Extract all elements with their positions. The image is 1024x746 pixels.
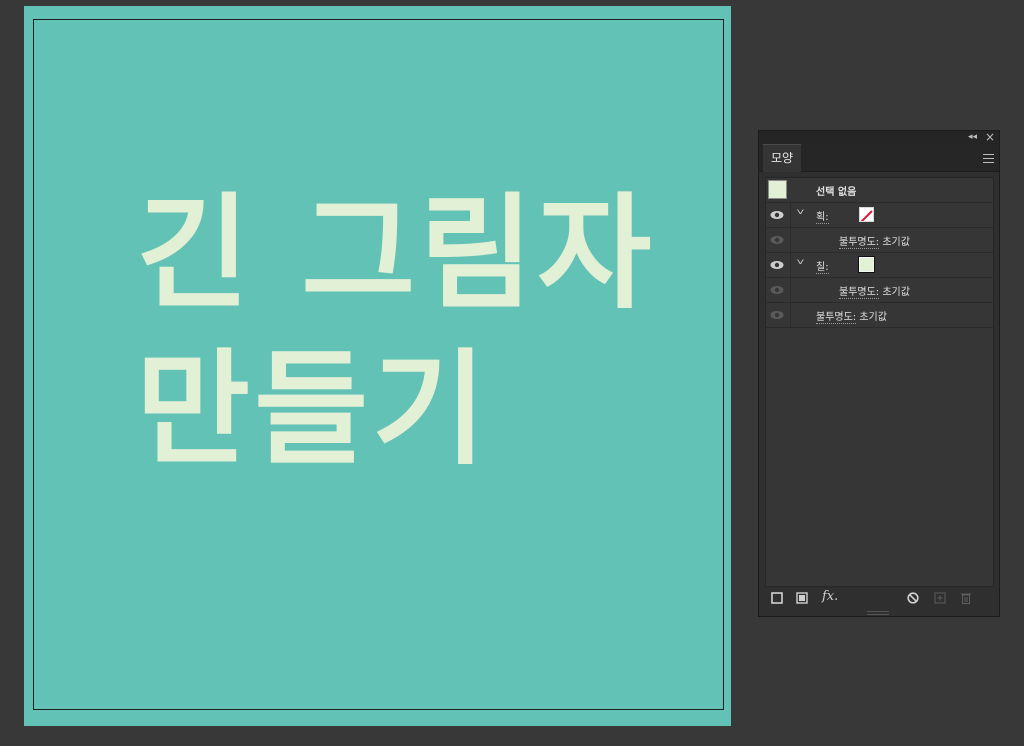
stroke-label[interactable]: 획: — [816, 208, 829, 224]
trash-icon — [961, 593, 971, 604]
fill-opacity-value: 초기값 — [882, 287, 910, 298]
row-no-selection[interactable]: 선택 없음 — [766, 178, 993, 203]
row-fill[interactable]: V 칠: — [766, 253, 993, 278]
headline-text[interactable]: 긴 그림자 만들기 — [136, 176, 656, 488]
appearance-panel: ◂◂ × 모양 선택 없음 V 획: 불투명도: 초기값 V 칠: 불투명도: … — [758, 130, 1000, 617]
visibility-eye-icon[interactable] — [770, 285, 784, 295]
row-stroke[interactable]: V 획: — [766, 203, 993, 228]
stroke-opacity-value: 초기값 — [882, 237, 910, 248]
tab-appearance[interactable]: 모양 — [763, 144, 801, 172]
visibility-eye-icon[interactable] — [770, 210, 784, 220]
collapse-panel-icon[interactable]: ◂◂ — [968, 132, 977, 142]
object-opacity-value: 초기값 — [859, 312, 887, 323]
visibility-eye-icon[interactable] — [770, 235, 784, 245]
panel-tab-bar: 모양 — [759, 144, 999, 172]
object-opacity-text: 불투명도: 초기값 — [816, 308, 887, 324]
stroke-none-swatch[interactable] — [859, 207, 874, 222]
add-new-stroke-icon[interactable] — [771, 592, 783, 604]
no-selection-label: 선택 없음 — [816, 187, 857, 198]
artboard[interactable]: 긴 그림자 만들기 — [24, 6, 731, 726]
appearance-list: 선택 없음 V 획: 불투명도: 초기값 V 칠: 불투명도: 초기값 불투명도… — [765, 177, 994, 587]
object-thumbnail — [768, 180, 787, 199]
row-fill-opacity[interactable]: 불투명도: 초기값 — [766, 278, 993, 303]
object-opacity-label[interactable]: 불투명도: — [816, 312, 857, 324]
visibility-eye-icon[interactable] — [770, 260, 784, 270]
stroke-opacity-text: 불투명도: 초기값 — [839, 233, 910, 249]
fill-label[interactable]: 칠: — [816, 258, 829, 274]
close-panel-icon[interactable]: × — [985, 130, 995, 144]
panel-menu-icon[interactable] — [983, 151, 994, 166]
clear-appearance-icon[interactable] — [907, 592, 919, 604]
chevron-down-icon[interactable]: V — [797, 209, 804, 216]
chevron-down-icon[interactable]: V — [797, 259, 804, 266]
panel-footer: fx. — [759, 589, 999, 609]
duplicate-item-icon — [934, 592, 946, 604]
panel-resize-grip-icon[interactable] — [867, 611, 889, 615]
panel-header: ◂◂ × — [759, 130, 999, 144]
row-stroke-opacity[interactable]: 불투명도: 초기값 — [766, 228, 993, 253]
row-object-opacity[interactable]: 불투명도: 초기값 — [766, 303, 993, 328]
effects-fx-icon[interactable]: fx. — [822, 589, 838, 604]
visibility-eye-icon[interactable] — [770, 310, 784, 320]
stroke-opacity-label[interactable]: 불투명도: — [839, 237, 880, 249]
fill-opacity-label[interactable]: 불투명도: — [839, 287, 880, 299]
fill-color-swatch[interactable] — [858, 256, 875, 273]
add-new-fill-icon[interactable] — [796, 592, 808, 604]
fill-opacity-text: 불투명도: 초기값 — [839, 283, 910, 299]
